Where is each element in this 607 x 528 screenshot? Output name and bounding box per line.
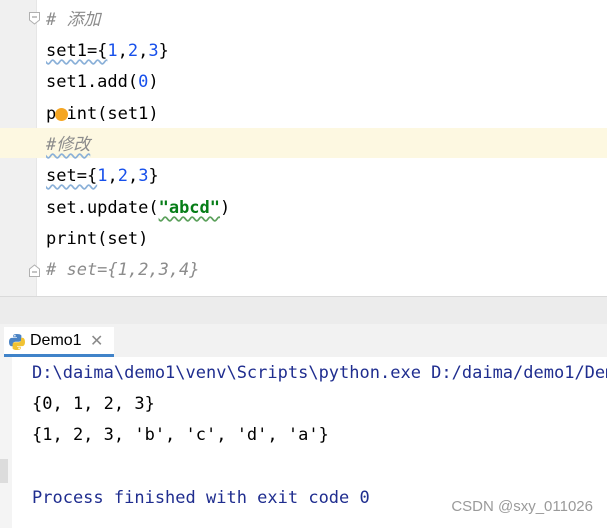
tab-demo1[interactable]: Demo1 ✕: [4, 327, 114, 357]
code-token: ,: [117, 41, 128, 61]
console-output-line: {1, 2, 3, 'b', 'c', 'd', 'a'}: [32, 425, 329, 445]
number-token: 3: [148, 41, 159, 61]
current-line-highlight: [0, 128, 607, 158]
code-token: ,: [127, 166, 139, 186]
number-token: 2: [127, 41, 139, 61]
python-icon: [9, 334, 25, 350]
code-token: ): [148, 72, 159, 92]
code-line-9[interactable]: # set={1,2,3,4}: [46, 257, 200, 283]
lightbulb-icon[interactable]: [55, 108, 68, 121]
code-token: set1={: [46, 41, 108, 61]
code-line-5[interactable]: #修改: [46, 132, 90, 158]
run-tool-window-header: Demo1 ✕: [0, 324, 607, 357]
code-token: }: [148, 166, 159, 186]
string-token: "abcd": [158, 198, 221, 218]
code-line-8[interactable]: print(set): [46, 226, 148, 252]
code-token: ,: [138, 41, 149, 61]
code-token: set.update(: [46, 198, 159, 218]
panel-splitter[interactable]: [0, 296, 607, 326]
fold-collapse-icon[interactable]: [28, 12, 41, 25]
number-token: 2: [117, 166, 128, 186]
code-token: ): [220, 198, 231, 218]
console-output-line: {0, 1, 2, 3}: [32, 394, 155, 414]
watermark: CSDN @sxy_011026: [451, 498, 593, 515]
console-command-line: D:\daima\demo1\venv\Scripts\python.exe D…: [32, 363, 607, 383]
console-output[interactable]: D:\daima\demo1\venv\Scripts\python.exe D…: [0, 357, 607, 528]
number-token: 3: [138, 166, 149, 186]
code-token: }: [158, 41, 169, 61]
number-token: 1: [97, 166, 108, 186]
code-token: ,: [107, 166, 118, 186]
number-token: 1: [107, 41, 118, 61]
tab-label: Demo1: [30, 332, 82, 349]
number-token: 0: [138, 72, 149, 92]
code-editor[interactable]: # 添加 set1={1,2,3} set1.add(0) print(set1…: [0, 0, 607, 296]
clipped-code-line: [46, 286, 246, 296]
code-line-1[interactable]: # 添加: [46, 7, 100, 33]
close-icon[interactable]: ✕: [90, 331, 103, 351]
code-token: set={: [46, 166, 98, 186]
code-token: set1.add(: [46, 72, 139, 92]
fold-expand-icon[interactable]: [28, 264, 41, 277]
console-scroll-marker[interactable]: [0, 459, 8, 483]
code-line-3[interactable]: set1.add(0): [46, 69, 159, 95]
console-gutter: [0, 357, 12, 528]
console-exit-line: Process finished with exit code 0: [32, 488, 370, 508]
code-line-7[interactable]: set.update("abcd"): [46, 195, 230, 221]
comment-token: #修改: [46, 135, 91, 155]
code-line-2[interactable]: set1={1,2,3}: [46, 38, 169, 64]
code-line-6[interactable]: set={1,2,3}: [46, 163, 159, 189]
